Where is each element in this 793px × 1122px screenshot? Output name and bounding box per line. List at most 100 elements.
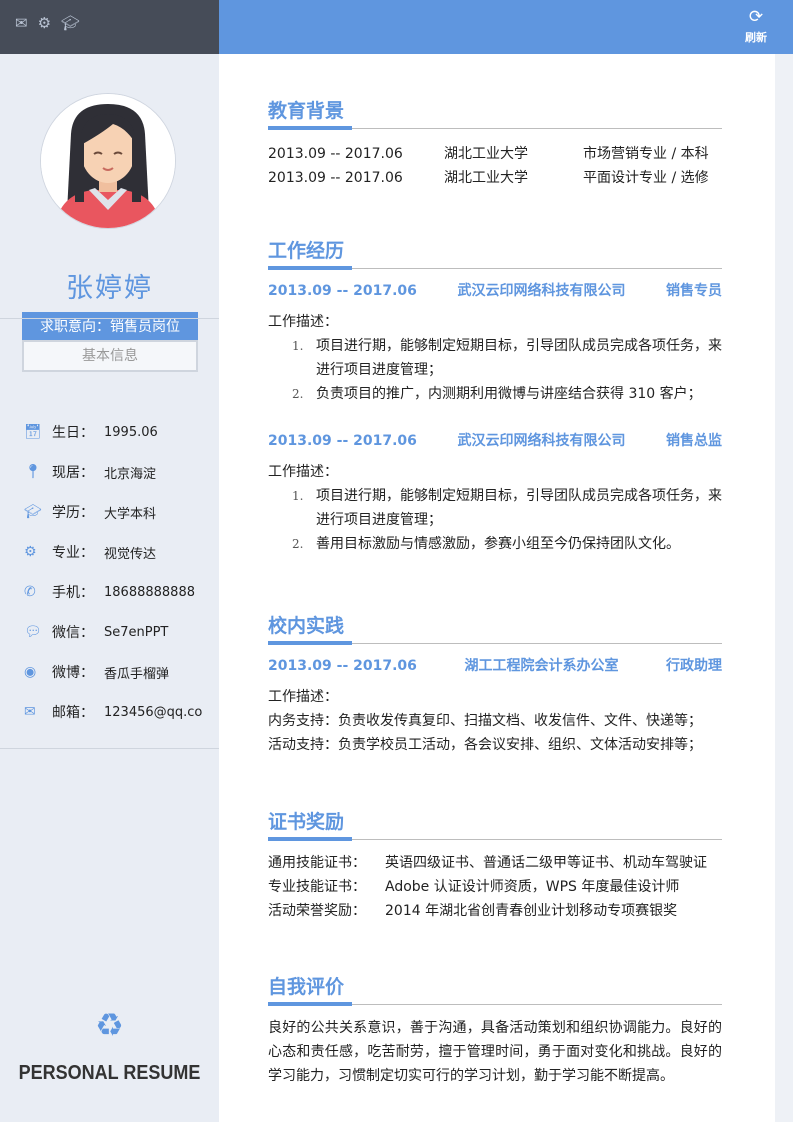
campus-line: 活动支持：负责学校员工活动，各会议安排、组织、文体活动安排等； <box>268 737 702 753</box>
top-icon-group: ✉ ⚙ 🎓︎ <box>15 14 80 32</box>
section-title: 工作经历 <box>268 240 345 262</box>
phone-icon: ✆ <box>24 584 36 600</box>
graduation-cap-icon: 🎓︎ <box>24 504 42 520</box>
work-section: 工作经历 2013.09 -- 2017.06 武汉云印网络科技有限公司 销售专… <box>268 236 722 556</box>
cert-value: Adobe 认证设计师资质，WPS 年度最佳设计师 <box>385 879 680 895</box>
edu-major: 市场营销专业 / 本科 <box>583 146 709 162</box>
mail-icon: ✉ <box>24 704 36 720</box>
info-label: 手机： <box>52 585 94 601</box>
campus-section: 校内实践 2013.09 -- 2017.06 湖工工程院会计系办公室 行政助理… <box>268 611 722 757</box>
job-header: 2013.09 -- 2017.06 湖工工程院会计系办公室 行政助理 <box>268 653 722 679</box>
cert-label: 活动荣誉奖励： <box>268 903 366 919</box>
avatar-illustration <box>41 94 175 228</box>
edu-date: 2013.09 -- 2017.06 <box>268 146 403 162</box>
cert-label: 专业技能证书： <box>268 879 366 895</box>
info-value: Se7enPPT <box>104 624 169 640</box>
info-value: 北京海淀 <box>104 466 157 482</box>
info-value: 18688888888 <box>104 584 195 600</box>
info-label: 邮箱： <box>52 705 94 721</box>
section-title: 自我评价 <box>268 976 345 998</box>
cert-row: 活动荣誉奖励： 2014 年湖北省创青春创业计划移动专项赛银奖 <box>268 899 722 923</box>
list-item: 1. 项目进行期，能够制定短期目标，引导团队成员完成各项任务，来进行项目进度管理； <box>292 488 722 528</box>
info-list: 📅︎ 生日： 1995.06 📍︎ 现居： 北京海淀 🎓︎ 学历： 大学本科 ⚙… <box>24 412 214 732</box>
info-value: 大学本科 <box>104 506 157 522</box>
section-title: 教育背景 <box>268 100 345 122</box>
job-role: 行政助理 <box>666 658 722 674</box>
section-underline <box>268 126 722 130</box>
job-desc-label: 工作描述： <box>268 464 338 480</box>
job-date: 2013.09 -- 2017.06 <box>268 433 417 449</box>
info-value: 1995.06 <box>104 424 158 440</box>
job-company: 湖工工程院会计系办公室 <box>464 658 619 674</box>
list-item: 1. 项目进行期，能够制定短期目标，引导团队成员完成各项任务，来进行项目进度管理； <box>292 338 722 378</box>
info-row-major: ⚙ 专业： 视觉传达 <box>24 532 214 572</box>
education-row: 2013.09 -- 2017.06 湖北工业大学 市场营销专业 / 本科 <box>268 142 722 166</box>
cert-value: 英语四级证书、普通话二级甲等证书、机动车驾驶证 <box>385 855 707 871</box>
refresh-button[interactable]: ⟳ 刷新 <box>741 8 771 45</box>
certs-section: 证书奖励 通用技能证书： 英语四级证书、普通话二级甲等证书、机动车驾驶证 专业技… <box>268 807 722 923</box>
job-company: 武汉云印网络科技有限公司 <box>457 433 626 449</box>
job-duties: 1. 项目进行期，能够制定短期目标，引导团队成员完成各项任务，来进行项目进度管理；… <box>268 484 722 556</box>
job-desc-label: 工作描述： <box>268 689 338 705</box>
calendar-icon: 📅︎ <box>24 424 42 440</box>
job-role: 销售专员 <box>666 283 722 299</box>
job-intent-badge: 求职意向：销售员岗位 <box>22 312 198 342</box>
edu-school: 湖北工业大学 <box>444 170 528 186</box>
graduation-cap-icon[interactable]: 🎓︎ <box>61 14 80 32</box>
job-header: 2013.09 -- 2017.06 武汉云印网络科技有限公司 销售总监 <box>268 428 722 454</box>
list-item: 2. 善用目标激励与情感激励，参赛小组至今仍保持团队文化。 <box>292 536 680 552</box>
info-label: 现居： <box>52 465 94 481</box>
avatar <box>41 94 175 228</box>
sidebar-divider <box>0 748 219 749</box>
basic-info-heading: 基本信息 <box>22 340 198 372</box>
section-underline <box>268 837 722 841</box>
campus-line: 内务支持：负责收发传真复印、扫描文档、收发信件、文件、快递等； <box>268 713 702 729</box>
footer-label: PERSONAL RESUME <box>18 1062 201 1084</box>
info-label: 微信： <box>52 625 94 641</box>
info-value: 香瓜手榴弹 <box>104 666 170 682</box>
cert-row: 通用技能证书： 英语四级证书、普通话二级甲等证书、机动车驾驶证 <box>268 851 722 875</box>
job-role: 销售总监 <box>666 433 722 449</box>
mail-icon[interactable]: ✉ <box>15 14 28 32</box>
info-row-residence: 📍︎ 现居： 北京海淀 <box>24 452 214 492</box>
gear-icon[interactable]: ⚙ <box>38 14 51 32</box>
gear-icon: ⚙ <box>24 544 37 560</box>
self-eval-section: 自我评价 良好的公共关系意识，善于沟通，具备活动策划和组织协调能力。良好的心态和… <box>268 972 722 1088</box>
cert-row: 专业技能证书： Adobe 认证设计师资质，WPS 年度最佳设计师 <box>268 875 722 899</box>
section-underline <box>268 641 722 645</box>
refresh-label: 刷新 <box>745 31 767 44</box>
section-title: 校内实践 <box>268 615 345 637</box>
refresh-icon: ⟳ <box>748 7 764 27</box>
edu-school: 湖北工业大学 <box>444 146 528 162</box>
info-row-education: 🎓︎ 学历： 大学本科 <box>24 492 214 532</box>
job-desc-label: 工作描述： <box>268 314 338 330</box>
section-title: 证书奖励 <box>268 811 345 833</box>
job-header: 2013.09 -- 2017.06 武汉云印网络科技有限公司 销售专员 <box>268 278 722 304</box>
education-section: 教育背景 2013.09 -- 2017.06 湖北工业大学 市场营销专业 / … <box>268 96 722 190</box>
section-underline <box>268 266 722 270</box>
self-eval-text: 良好的公共关系意识，善于沟通，具备活动策划和组织协调能力。良好的心态和责任感，吃… <box>268 1020 722 1084</box>
info-value: 视觉传达 <box>104 546 157 562</box>
weibo-icon: ◉ <box>24 664 37 680</box>
edu-date: 2013.09 -- 2017.06 <box>268 170 403 186</box>
job-company: 武汉云印网络科技有限公司 <box>457 283 626 299</box>
right-edge-strip <box>775 54 793 1122</box>
info-row-email: ✉ 邮箱： 123456@qq.co <box>24 692 214 732</box>
list-item: 2. 负责项目的推广，内测期利用微博与讲座结合获得 310 客户； <box>292 386 702 402</box>
cert-label: 通用技能证书： <box>268 855 366 871</box>
info-row-wechat: 💬︎ 微信： Se7enPPT <box>24 612 214 652</box>
info-label: 微博： <box>52 665 94 681</box>
job-duties: 1. 项目进行期，能够制定短期目标，引导团队成员完成各项任务，来进行项目进度管理；… <box>268 334 722 406</box>
job-date: 2013.09 -- 2017.06 <box>268 283 417 299</box>
education-row: 2013.09 -- 2017.06 湖北工业大学 平面设计专业 / 选修 <box>268 166 722 190</box>
sidebar-divider <box>0 318 219 319</box>
job-date: 2013.09 -- 2017.06 <box>268 658 417 674</box>
section-underline <box>268 1002 722 1006</box>
main-topbar: ⟳ 刷新 <box>219 0 793 54</box>
info-value: 123456@qq.co <box>104 704 203 720</box>
edu-major: 平面设计专业 / 选修 <box>583 170 709 186</box>
location-icon: 📍︎ <box>24 464 42 480</box>
cert-value: 2014 年湖北省创青春创业计划移动专项赛银奖 <box>385 903 678 919</box>
info-label: 学历： <box>52 505 94 521</box>
info-row-phone: ✆ 手机： 18688888888 <box>24 572 214 612</box>
